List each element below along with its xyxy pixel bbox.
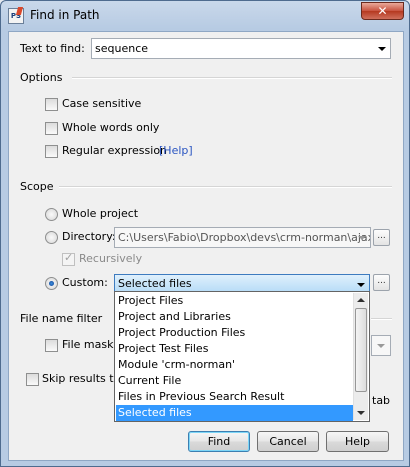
directory-browse-button[interactable]: ...: [373, 229, 390, 246]
list-item[interactable]: Files in Previous Search Result: [116, 389, 353, 405]
list-item[interactable]: Project Production Files: [116, 325, 353, 341]
cancel-button[interactable]: Cancel: [257, 431, 319, 452]
case-sensitive-checkbox[interactable]: [45, 98, 58, 111]
scroll-up-icon[interactable]: [354, 293, 368, 307]
chevron-down-icon[interactable]: [357, 283, 365, 287]
text-to-find-label: Text to find:: [20, 42, 85, 55]
file-filter-section-title: File name filter: [20, 312, 103, 325]
custom-radio[interactable]: [45, 277, 58, 290]
options-section-title: Options: [20, 71, 63, 84]
close-button[interactable]: ✕: [361, 2, 404, 20]
text-to-find-input[interactable]: sequence: [91, 38, 391, 59]
help-button[interactable]: Help: [326, 431, 389, 452]
scroll-down-icon[interactable]: [354, 406, 368, 420]
whole-project-radio[interactable]: [45, 208, 58, 221]
skip-results-checkbox[interactable]: [26, 373, 39, 386]
recursively-label: Recursively: [79, 252, 143, 265]
directory-path-field[interactable]: C:\Users\Fabio\Dropbox\devs\crm-norman\a…: [114, 227, 371, 248]
case-sensitive-label: Case sensitive: [62, 97, 142, 110]
chevron-down-icon[interactable]: [358, 236, 366, 240]
find-in-path-dialog: PS Find in Path ✕ Text to find: sequence…: [0, 0, 410, 467]
file-mask-label: File mask(s): [62, 338, 114, 351]
dropdown-scrollbar[interactable]: [353, 293, 368, 420]
options-divider: [72, 77, 392, 79]
find-button[interactable]: Find: [188, 431, 250, 452]
custom-scope-value: Selected files: [118, 277, 192, 290]
scope-divider: [59, 186, 392, 188]
regex-label: Regular expression: [62, 144, 168, 157]
list-item[interactable]: Module 'crm-norman': [116, 357, 353, 373]
directory-path-value: C:\Users\Fabio\Dropbox\devs\crm-norman\a…: [118, 231, 371, 244]
dialog-body: Text to find: sequence Options Case sens…: [8, 31, 404, 461]
list-item[interactable]: Current File: [116, 373, 353, 389]
skip-results-label-tail: tab: [372, 394, 391, 407]
scope-dropdown-list[interactable]: Project Files Project and Libraries Proj…: [114, 291, 370, 422]
directory-radio[interactable]: [45, 231, 58, 244]
file-mask-checkbox[interactable]: [45, 339, 58, 352]
scope-section-title: Scope: [20, 180, 54, 193]
window-title: Find in Path: [30, 8, 100, 22]
directory-label: Directory:: [62, 230, 116, 243]
title-bar[interactable]: PS Find in Path ✕: [1, 1, 409, 31]
chevron-down-icon[interactable]: [378, 47, 386, 51]
list-item[interactable]: Project Test Files: [116, 341, 353, 357]
regex-help-link[interactable]: [Help]: [159, 144, 193, 157]
scrollbar-thumb[interactable]: [355, 308, 367, 392]
phpstorm-icon: PS: [8, 8, 24, 24]
whole-words-label: Whole words only: [62, 121, 160, 134]
file-mask-input[interactable]: [371, 335, 391, 356]
regex-checkbox[interactable]: [45, 145, 58, 158]
whole-project-label: Whole project: [62, 207, 139, 220]
skip-results-label: Skip results tab: [42, 372, 114, 385]
file-filter-divider: [371, 318, 392, 320]
list-item[interactable]: Project and Libraries: [116, 309, 353, 325]
recursively-checkbox[interactable]: [62, 251, 75, 266]
list-item-selected[interactable]: Selected files: [116, 405, 353, 421]
custom-label: Custom:: [62, 276, 108, 289]
custom-scope-browse-button[interactable]: ...: [373, 274, 390, 291]
whole-words-checkbox[interactable]: [45, 122, 58, 135]
list-item[interactable]: Project Files: [116, 293, 353, 309]
chevron-down-icon[interactable]: [377, 344, 385, 348]
text-to-find-value: sequence: [95, 42, 149, 55]
